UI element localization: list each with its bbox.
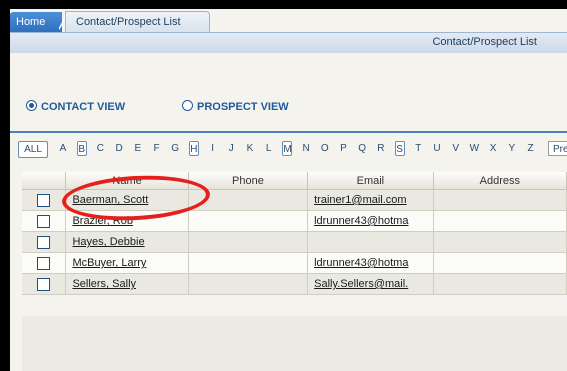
letter-filter-r[interactable]: R (376, 141, 386, 156)
contact-name-link[interactable]: Brazier, Rob (72, 215, 133, 227)
letter-filter-a[interactable]: A (58, 141, 68, 156)
letter-filter-q[interactable]: Q (357, 141, 367, 156)
row-checkbox[interactable] (37, 277, 51, 291)
email-cell (307, 231, 434, 253)
letter-filter-s[interactable]: S (394, 141, 405, 156)
section-divider (10, 131, 567, 133)
letter-filter-f[interactable]: F (152, 141, 162, 156)
contact-name-link[interactable]: Hayes, Debbie (72, 236, 144, 248)
letter-filter-k[interactable]: K (245, 141, 255, 156)
name-cell: Hayes, Debbie (65, 231, 189, 253)
address-cell (433, 210, 567, 232)
letter-filter-z[interactable]: Z (526, 141, 536, 156)
column-header-name[interactable]: Name (65, 172, 189, 190)
table-header-row: Name Phone Email Address (22, 172, 567, 190)
contact-view-radio[interactable] (26, 100, 37, 111)
contact-name-link[interactable]: Sellers, Sally (72, 278, 136, 290)
letter-filter-c[interactable]: C (95, 141, 105, 156)
phone-cell (188, 210, 309, 232)
grid-empty-area (22, 316, 567, 371)
row-select-cell (22, 231, 67, 253)
name-cell: McBuyer, Larry (65, 252, 189, 274)
column-header-phone[interactable]: Phone (188, 172, 309, 190)
row-checkbox[interactable] (37, 214, 51, 228)
email-cell: Sally.Sellers@mail. (307, 273, 434, 295)
prospect-view-label: PROSPECT VIEW (197, 101, 289, 113)
phone-cell (188, 252, 309, 274)
table-row[interactable]: McBuyer, Larry ldrunner43@hotma (22, 252, 567, 274)
row-select-cell (22, 273, 67, 295)
column-header-select[interactable] (22, 172, 67, 190)
letter-filter-g[interactable]: G (170, 141, 180, 156)
column-header-email[interactable]: Email (307, 172, 434, 190)
column-header-address[interactable]: Address (433, 172, 567, 190)
contact-table: Name Phone Email Address Baerman, Scott t… (22, 172, 567, 295)
name-cell: Baerman, Scott (65, 189, 189, 211)
phone-cell (188, 189, 309, 211)
phone-cell (188, 231, 309, 253)
address-cell (433, 273, 567, 295)
prospect-view-option[interactable]: PROSPECT VIEW (182, 100, 289, 113)
table-row[interactable]: Hayes, Debbie (22, 231, 567, 253)
letter-filter-v[interactable]: V (451, 141, 461, 156)
contact-name-link[interactable]: Baerman, Scott (72, 194, 148, 206)
name-cell: Brazier, Rob (65, 210, 189, 232)
all-button[interactable]: ALL (18, 141, 48, 158)
letter-filter-w[interactable]: W (469, 141, 479, 156)
contact-view-option[interactable]: CONTACT VIEW (26, 100, 125, 113)
row-select-cell (22, 252, 67, 274)
email-link[interactable]: trainer1@mail.com (314, 194, 406, 206)
row-checkbox[interactable] (37, 193, 51, 207)
tab-bar: Home Contact/Prospect List (10, 9, 567, 32)
contact-name-link[interactable]: McBuyer, Larry (72, 257, 146, 269)
letter-filter-d[interactable]: D (114, 141, 124, 156)
letter-filter-x[interactable]: X (488, 141, 498, 156)
email-cell: ldrunner43@hotma (307, 252, 434, 274)
prospect-view-radio[interactable] (182, 100, 193, 111)
address-cell (433, 252, 567, 274)
phone-cell (188, 273, 309, 295)
row-checkbox[interactable] (37, 235, 51, 249)
table-row[interactable]: Sellers, Sally Sally.Sellers@mail. (22, 273, 567, 295)
email-link[interactable]: ldrunner43@hotma (314, 257, 408, 269)
letter-filter-h[interactable]: H (188, 141, 199, 156)
letter-filter-e[interactable]: E (133, 141, 143, 156)
letter-filter-j[interactable]: J (226, 141, 236, 156)
email-link[interactable]: ldrunner43@hotma (314, 215, 408, 227)
letter-filter-o[interactable]: O (320, 141, 330, 156)
letter-filter-i[interactable]: I (208, 141, 218, 156)
screen-frame: Home Contact/Prospect List Contact/Prosp… (0, 0, 567, 371)
page-header: Contact/Prospect List (10, 32, 567, 53)
page-title: Contact/Prospect List (432, 36, 537, 48)
tab-home[interactable]: Home (10, 12, 62, 32)
row-select-cell (22, 210, 67, 232)
app-window: Home Contact/Prospect List Contact/Prosp… (10, 9, 567, 371)
email-cell: trainer1@mail.com (307, 189, 434, 211)
letter-filter-l[interactable]: L (264, 141, 274, 156)
row-select-cell (22, 189, 67, 211)
prev-button[interactable]: Prev (548, 141, 567, 156)
row-checkbox[interactable] (37, 256, 51, 270)
email-link[interactable]: Sally.Sellers@mail. (314, 278, 408, 290)
name-cell: Sellers, Sally (65, 273, 189, 295)
letter-filter-y[interactable]: Y (507, 141, 517, 156)
letter-filter-t[interactable]: T (413, 141, 423, 156)
email-cell: ldrunner43@hotma (307, 210, 434, 232)
tab-contact-prospect-list[interactable]: Contact/Prospect List (65, 11, 210, 32)
letter-filter-p[interactable]: P (339, 141, 349, 156)
table-row[interactable]: Baerman, Scott trainer1@mail.com (22, 189, 567, 211)
letter-filter-u[interactable]: U (432, 141, 442, 156)
address-cell (433, 231, 567, 253)
address-cell (433, 189, 567, 211)
letter-filter-n[interactable]: N (301, 141, 311, 156)
table-row[interactable]: Brazier, Rob ldrunner43@hotma (22, 210, 567, 232)
letter-filter-b[interactable]: B (76, 141, 87, 156)
contact-view-label: CONTACT VIEW (41, 101, 126, 113)
letter-filter-m[interactable]: M (282, 141, 293, 156)
